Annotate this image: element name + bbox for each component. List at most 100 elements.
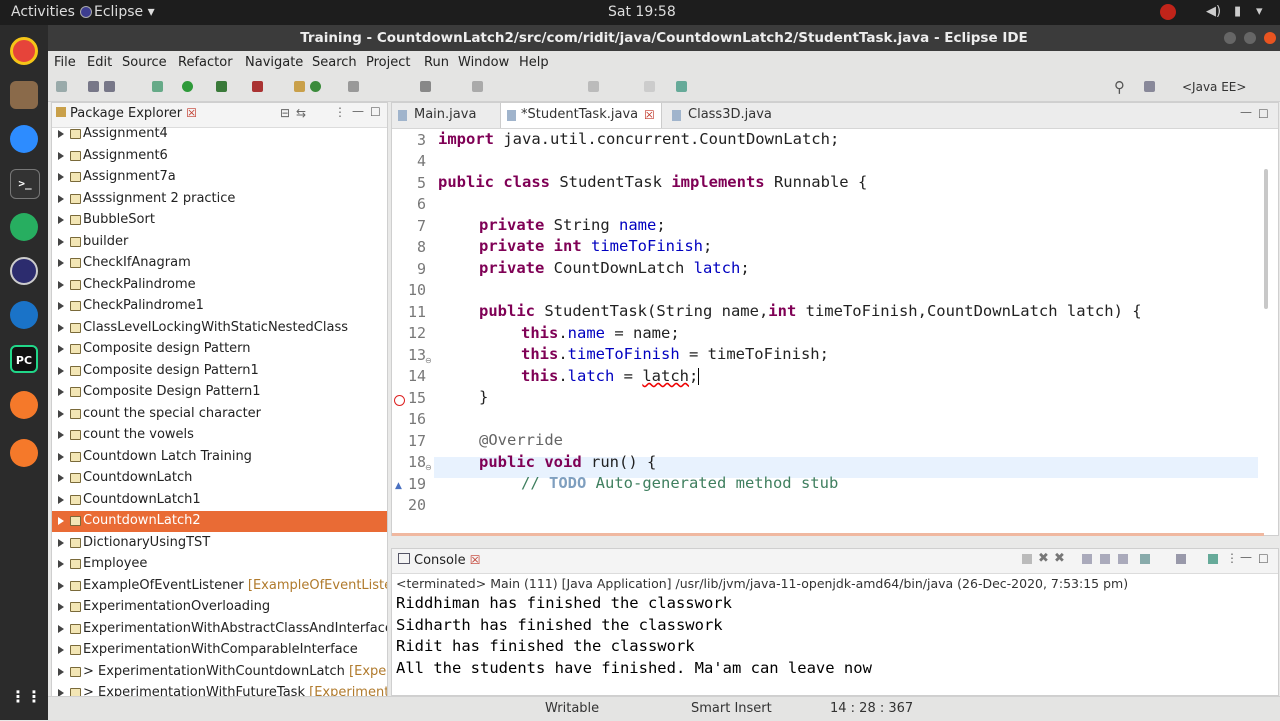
- terminate-icon[interactable]: [1022, 554, 1032, 564]
- display-console-icon[interactable]: [1176, 554, 1186, 564]
- expand-arrow-icon[interactable]: [58, 130, 64, 138]
- fold-icon[interactable]: ⊖: [425, 463, 432, 472]
- close-icon[interactable]: ☒: [470, 553, 481, 567]
- collapse-all-icon[interactable]: ⊟: [280, 106, 290, 120]
- expand-arrow-icon[interactable]: [58, 431, 64, 439]
- expand-arrow-icon[interactable]: [58, 689, 64, 696]
- volume-icon[interactable]: ◀): [1206, 4, 1221, 19]
- expand-arrow-icon[interactable]: [58, 495, 64, 504]
- word-wrap-icon[interactable]: [1118, 554, 1128, 564]
- menu-source[interactable]: Source: [122, 55, 167, 70]
- expand-arrow-icon[interactable]: [58, 646, 64, 654]
- expand-arrow-icon[interactable]: [58, 624, 64, 633]
- menu-navigate[interactable]: Navigate: [245, 55, 303, 70]
- pin-console-icon[interactable]: [1140, 554, 1150, 564]
- expand-arrow-icon[interactable]: [58, 323, 64, 332]
- search-tool-icon[interactable]: [420, 81, 431, 92]
- project-tree-item[interactable]: CheckIfAnagram: [52, 253, 387, 274]
- system-menu-icon[interactable]: ▾: [1256, 4, 1263, 19]
- minimize-view-icon[interactable]: —: [1240, 550, 1252, 564]
- project-tree-item[interactable]: BubbleSort: [52, 210, 387, 231]
- search-icon[interactable]: ⚲: [1114, 78, 1125, 96]
- view-menu-icon[interactable]: ⋮: [334, 105, 346, 119]
- blender-icon[interactable]: [10, 391, 38, 419]
- expand-arrow-icon[interactable]: [58, 302, 64, 310]
- cursor-position-status[interactable]: 14 : 28 : 367: [830, 701, 913, 716]
- expand-arrow-icon[interactable]: [58, 216, 64, 224]
- project-tree-item[interactable]: Assignment6: [52, 146, 387, 167]
- save-all-icon[interactable]: [104, 81, 115, 92]
- eclipse-icon[interactable]: [10, 257, 38, 285]
- console-tab[interactable]: Console ☒: [398, 553, 481, 568]
- project-tree-item[interactable]: Assignment7a: [52, 167, 387, 188]
- expand-arrow-icon[interactable]: [58, 560, 64, 568]
- new-file-icon[interactable]: [56, 81, 67, 92]
- vscode-icon[interactable]: [10, 301, 38, 329]
- menu-project[interactable]: Project: [366, 55, 410, 70]
- rhythmbox-icon[interactable]: [10, 213, 38, 241]
- menu-refactor[interactable]: Refactor: [178, 55, 233, 70]
- view-menu-icon[interactable]: ⋮: [1226, 551, 1238, 565]
- java-ee-perspective-button[interactable]: <Java EE>: [1182, 80, 1246, 94]
- expand-arrow-icon[interactable]: [58, 603, 64, 611]
- minimize-window-icon[interactable]: [1224, 32, 1236, 44]
- external-tools-icon[interactable]: [252, 81, 263, 92]
- new-java-project-icon[interactable]: [294, 81, 305, 92]
- project-tree-item[interactable]: > ExperimentationWithFutureTask [Experim…: [52, 683, 387, 696]
- project-tree-item[interactable]: Composite design Pattern1: [52, 361, 387, 382]
- pin-editor-icon[interactable]: [676, 81, 687, 92]
- zoom-icon[interactable]: [10, 125, 38, 153]
- project-tree-item[interactable]: Countdown Latch Training: [52, 447, 387, 468]
- project-tree-item[interactable]: CountdownLatch: [52, 468, 387, 489]
- save-icon[interactable]: [88, 81, 99, 92]
- expand-arrow-icon[interactable]: [58, 452, 64, 461]
- project-tree-item[interactable]: Employee: [52, 554, 387, 575]
- expand-arrow-icon[interactable]: [58, 667, 64, 676]
- code-area[interactable]: import java.util.concurrent.CountDownLat…: [438, 129, 1258, 535]
- project-tree-item[interactable]: CountdownLatch2: [52, 511, 387, 532]
- close-window-icon[interactable]: [1264, 32, 1276, 44]
- expand-arrow-icon[interactable]: [58, 259, 64, 267]
- close-tab-icon[interactable]: ☒: [644, 108, 655, 122]
- error-marker-icon[interactable]: [394, 395, 405, 406]
- open-perspective-icon[interactable]: [1144, 81, 1155, 92]
- expand-arrow-icon[interactable]: [58, 581, 64, 590]
- minimize-view-icon[interactable]: —: [352, 104, 364, 118]
- maximize-view-icon[interactable]: ☐: [370, 105, 381, 119]
- project-tree-item[interactable]: Composite design Pattern: [52, 339, 387, 360]
- menu-run[interactable]: Run: [424, 55, 449, 70]
- show-apps-icon[interactable]: ⋮⋮: [10, 683, 42, 711]
- project-tree-item[interactable]: DictionaryUsingTST: [52, 533, 387, 554]
- insert-mode-status[interactable]: Smart Insert: [691, 701, 772, 716]
- pycharm-icon[interactable]: PC: [10, 345, 38, 373]
- project-tree-item[interactable]: ExperimentationOverloading: [52, 597, 387, 618]
- project-tree-item[interactable]: Asssignment 2 practice: [52, 189, 387, 210]
- expand-arrow-icon[interactable]: [58, 474, 64, 482]
- terminal-icon[interactable]: >_: [10, 169, 40, 199]
- project-tree-item[interactable]: count the special character: [52, 404, 387, 425]
- tab-studenttask-java[interactable]: *StudentTask.java ☒: [500, 103, 662, 128]
- project-tree-item[interactable]: CountdownLatch1: [52, 490, 387, 511]
- menu-window[interactable]: Window: [458, 55, 509, 70]
- project-tree-item[interactable]: count the vowels: [52, 425, 387, 446]
- back-icon[interactable]: [588, 81, 599, 92]
- maximize-window-icon[interactable]: [1244, 32, 1256, 44]
- menu-search[interactable]: Search: [312, 55, 357, 70]
- project-tree-item[interactable]: CheckPalindrome1: [52, 296, 387, 317]
- menu-edit[interactable]: Edit: [87, 55, 112, 70]
- expand-arrow-icon[interactable]: [58, 194, 64, 203]
- expand-arrow-icon[interactable]: [58, 173, 64, 181]
- remove-all-icon[interactable]: ✖: [1054, 551, 1065, 566]
- coverage-icon[interactable]: [216, 81, 227, 92]
- files-icon[interactable]: [10, 81, 38, 109]
- blender-icon-2[interactable]: [10, 439, 38, 467]
- maximize-view-icon[interactable]: ☐: [1258, 107, 1269, 121]
- expand-arrow-icon[interactable]: [58, 280, 64, 289]
- project-tree-item[interactable]: ExperimentationWithAbstractClassAndInter…: [52, 619, 387, 640]
- expand-arrow-icon[interactable]: [58, 151, 64, 160]
- project-tree-item[interactable]: builder: [52, 232, 387, 253]
- record-icon[interactable]: [1160, 4, 1176, 20]
- remove-launch-icon[interactable]: ✖: [1038, 551, 1049, 566]
- project-tree-item[interactable]: ExampleOfEventListener [ExampleOfEventLi…: [52, 576, 387, 597]
- scroll-lock-icon[interactable]: [1100, 554, 1110, 564]
